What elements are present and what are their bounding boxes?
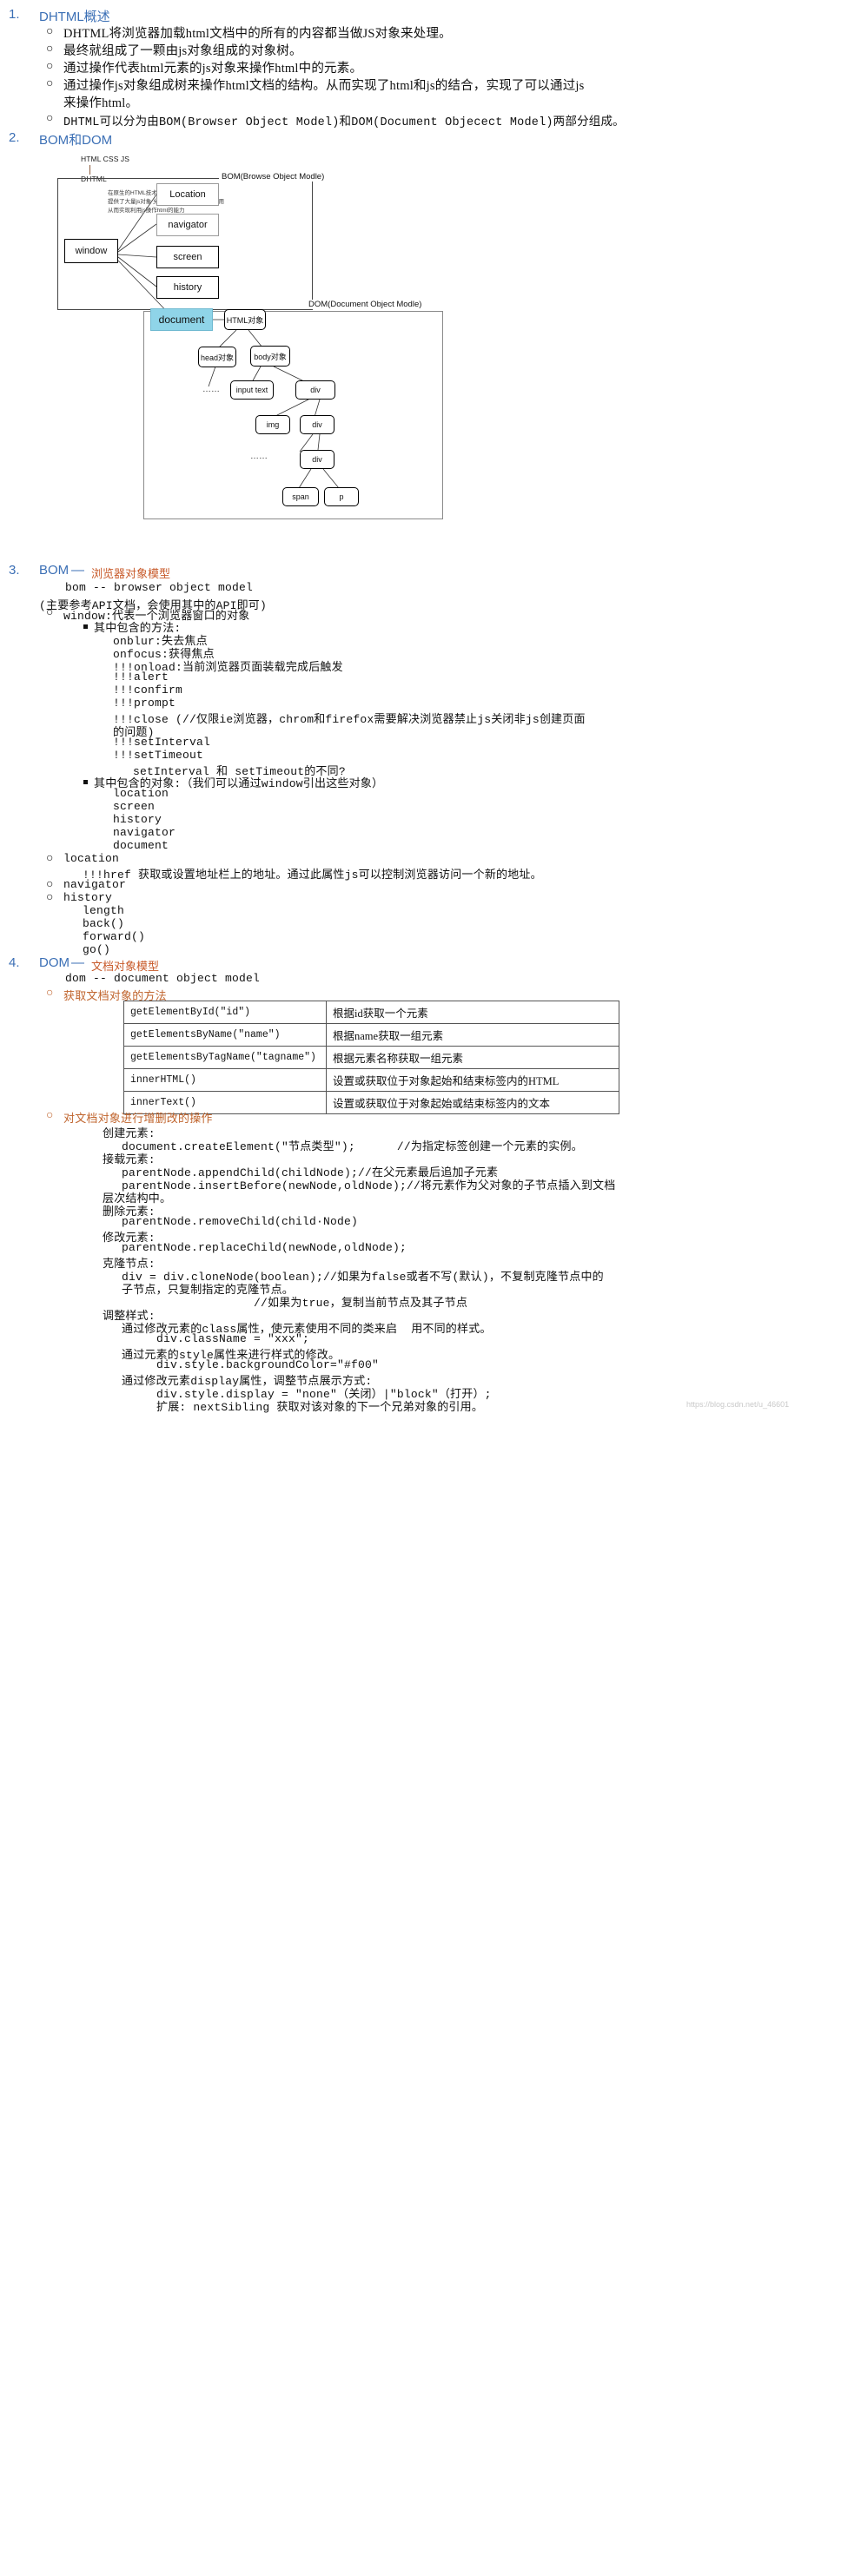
diagram-box-body-object: body对象 — [250, 346, 290, 367]
section-4-dash: — — [71, 955, 84, 970]
diagram-connectors — [117, 194, 340, 489]
section-3-object-3: navigator — [113, 826, 176, 839]
section-3-subtitle: 浏览器对象模型 — [91, 567, 171, 580]
api-table: getElementById("id") 根据id获取一个元素 getEleme… — [123, 1001, 619, 1114]
section-3-object-2: history — [113, 813, 162, 826]
section-3-method-8: !!!setInterval — [113, 736, 211, 749]
diagram-box-p: p — [324, 487, 359, 506]
section-3-location-label: location — [63, 852, 120, 865]
diagram-box-div-2: div — [300, 415, 334, 434]
document-page: 1. DHTML概述 ○ DHTML将浏览器加载html文档中的所有的内容都当做… — [0, 0, 861, 2576]
api-desc-4: 设置或获取位于对象起始或结束标签内的文本 — [326, 1091, 619, 1114]
table-row: getElementById("id") 根据id获取一个元素 — [123, 1001, 619, 1024]
diagram-box-history: history — [156, 276, 219, 299]
section-3-number: 3. — [9, 563, 20, 578]
bullet-square-icon — [83, 780, 88, 784]
bom-dom-diagram: BOM(Browse Object Modle) DOM(Document Ob… — [0, 0, 861, 556]
diagram-box-document: document — [150, 308, 213, 331]
bullet-icon: ○ — [46, 987, 54, 1000]
op-5-line-6: 扩展: nextSibling 获取对该对象的下一个兄弟对象的引用。 — [122, 1401, 484, 1414]
section-3-method-9: !!!setTimeout — [113, 749, 204, 762]
api-name-1: getElementsByName("name") — [123, 1023, 327, 1047]
diagram-box-navigator: navigator — [156, 214, 219, 236]
section-3-method-5: !!!prompt — [113, 697, 176, 710]
diagram-box-img: img — [255, 415, 290, 434]
section-3-object-0: location — [113, 787, 169, 800]
section-3-line-1: bom -- browser object model — [65, 581, 254, 594]
section-3-object-1: screen — [113, 800, 156, 813]
op-4-line-2: //如果为true，复制当前节点及其子节点 — [122, 1297, 468, 1310]
section-3-history-0: length — [83, 904, 125, 917]
section-3-title: BOM — [39, 563, 70, 578]
table-row: getElementsByName("name") 根据name获取一组元素 — [123, 1023, 619, 1047]
api-desc-0: 根据id获取一个元素 — [326, 1001, 619, 1024]
diagram-ellipsis-div: …… — [250, 452, 268, 461]
bullet-icon: ○ — [46, 852, 54, 865]
api-desc-1: 根据name获取一组元素 — [326, 1023, 619, 1047]
op-3-line-0: parentNode.replaceChild(newNode,oldNode)… — [122, 1241, 407, 1254]
op-5-line-3: div.style.backgroundColor="#f00" — [122, 1358, 380, 1371]
section-3-method-4: !!!confirm — [113, 684, 183, 697]
section-4-number: 4. — [9, 955, 20, 970]
section-3-dash: — — [71, 563, 84, 578]
section-3-method-6: !!!close (//仅限ie浏览器，chrom和firefox需要解决浏览器… — [113, 713, 586, 726]
diagram-box-div-1: div — [295, 380, 335, 400]
watermark-text: https://blog.csdn.net/u_46601 — [686, 1400, 790, 1409]
api-desc-3: 设置或获取位于对象起始和结束标签内的HTML — [326, 1068, 619, 1092]
section-3-history-1: back() — [83, 917, 125, 930]
op-1-line-1: parentNode.insertBefore(newNode,oldNode)… — [122, 1179, 616, 1192]
api-name-3: innerHTML() — [123, 1068, 327, 1092]
diagram-box-screen: screen — [156, 246, 219, 268]
table-row: innerHTML() 设置或获取位于对象起始和结束标签内的HTML — [123, 1068, 619, 1092]
bullet-icon: ○ — [46, 878, 54, 891]
section-4-title: DOM — [39, 955, 70, 970]
op-2-line-0: parentNode.removeChild(child·Node) — [122, 1215, 359, 1228]
api-name-2: getElementsByTagName("tagname") — [123, 1046, 327, 1069]
diagram-box-span: span — [282, 487, 319, 506]
diagram-box-window: window — [64, 239, 118, 263]
api-name-0: getElementById("id") — [123, 1001, 327, 1024]
diagram-box-input-text: input text — [230, 380, 274, 400]
section-4-line-1: dom -- document object model — [65, 972, 261, 985]
api-desc-2: 根据元素名称获取一组元素 — [326, 1046, 619, 1069]
section-3-object-4: document — [113, 839, 169, 852]
diagram-box-location: Location — [156, 183, 219, 206]
op-0-line-0: document.createElement("节点类型"); //为指定标签创… — [122, 1140, 583, 1153]
bullet-icon: ○ — [46, 891, 54, 904]
diagram-box-div-3: div — [300, 450, 334, 469]
section-3-history-label: history — [63, 891, 113, 904]
section-3-history-3: go() — [83, 943, 111, 956]
table-row: getElementsByTagName("tagname") 根据元素名称获取… — [123, 1046, 619, 1069]
section-3-method-3: !!!alert — [113, 670, 169, 684]
diagram-ellipsis-head: …… — [202, 385, 220, 394]
section-3-navigator-label: navigator — [63, 878, 127, 891]
diagram-box-html-object: HTML对象 — [224, 309, 266, 330]
op-5-line-1: div.className = "xxx"; — [122, 1332, 310, 1345]
bullet-icon: ○ — [46, 606, 54, 619]
section-3-history-2: forward() — [83, 930, 146, 943]
section-3-location-detail: !!!href 获取或设置地址栏上的地址。通过此属性js可以控制浏览器访问一个新… — [83, 869, 542, 882]
bullet-icon: ○ — [46, 1109, 54, 1122]
diagram-box-head-object: head对象 — [198, 347, 236, 367]
bullet-square-icon — [83, 624, 88, 629]
